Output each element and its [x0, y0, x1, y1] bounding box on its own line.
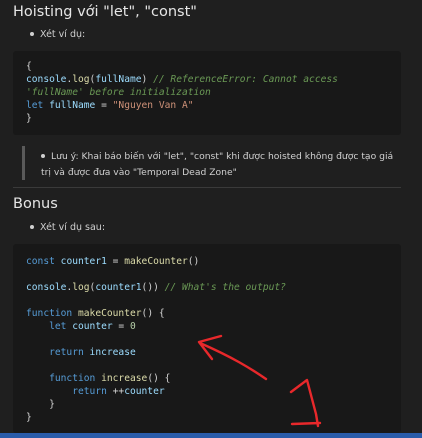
red-annotation — [197, 334, 322, 428]
number-one-stroke — [289, 378, 320, 428]
number-one-base — [290, 421, 322, 426]
arrow-shaft — [198, 341, 268, 381]
bottom-status-strip — [0, 433, 422, 438]
